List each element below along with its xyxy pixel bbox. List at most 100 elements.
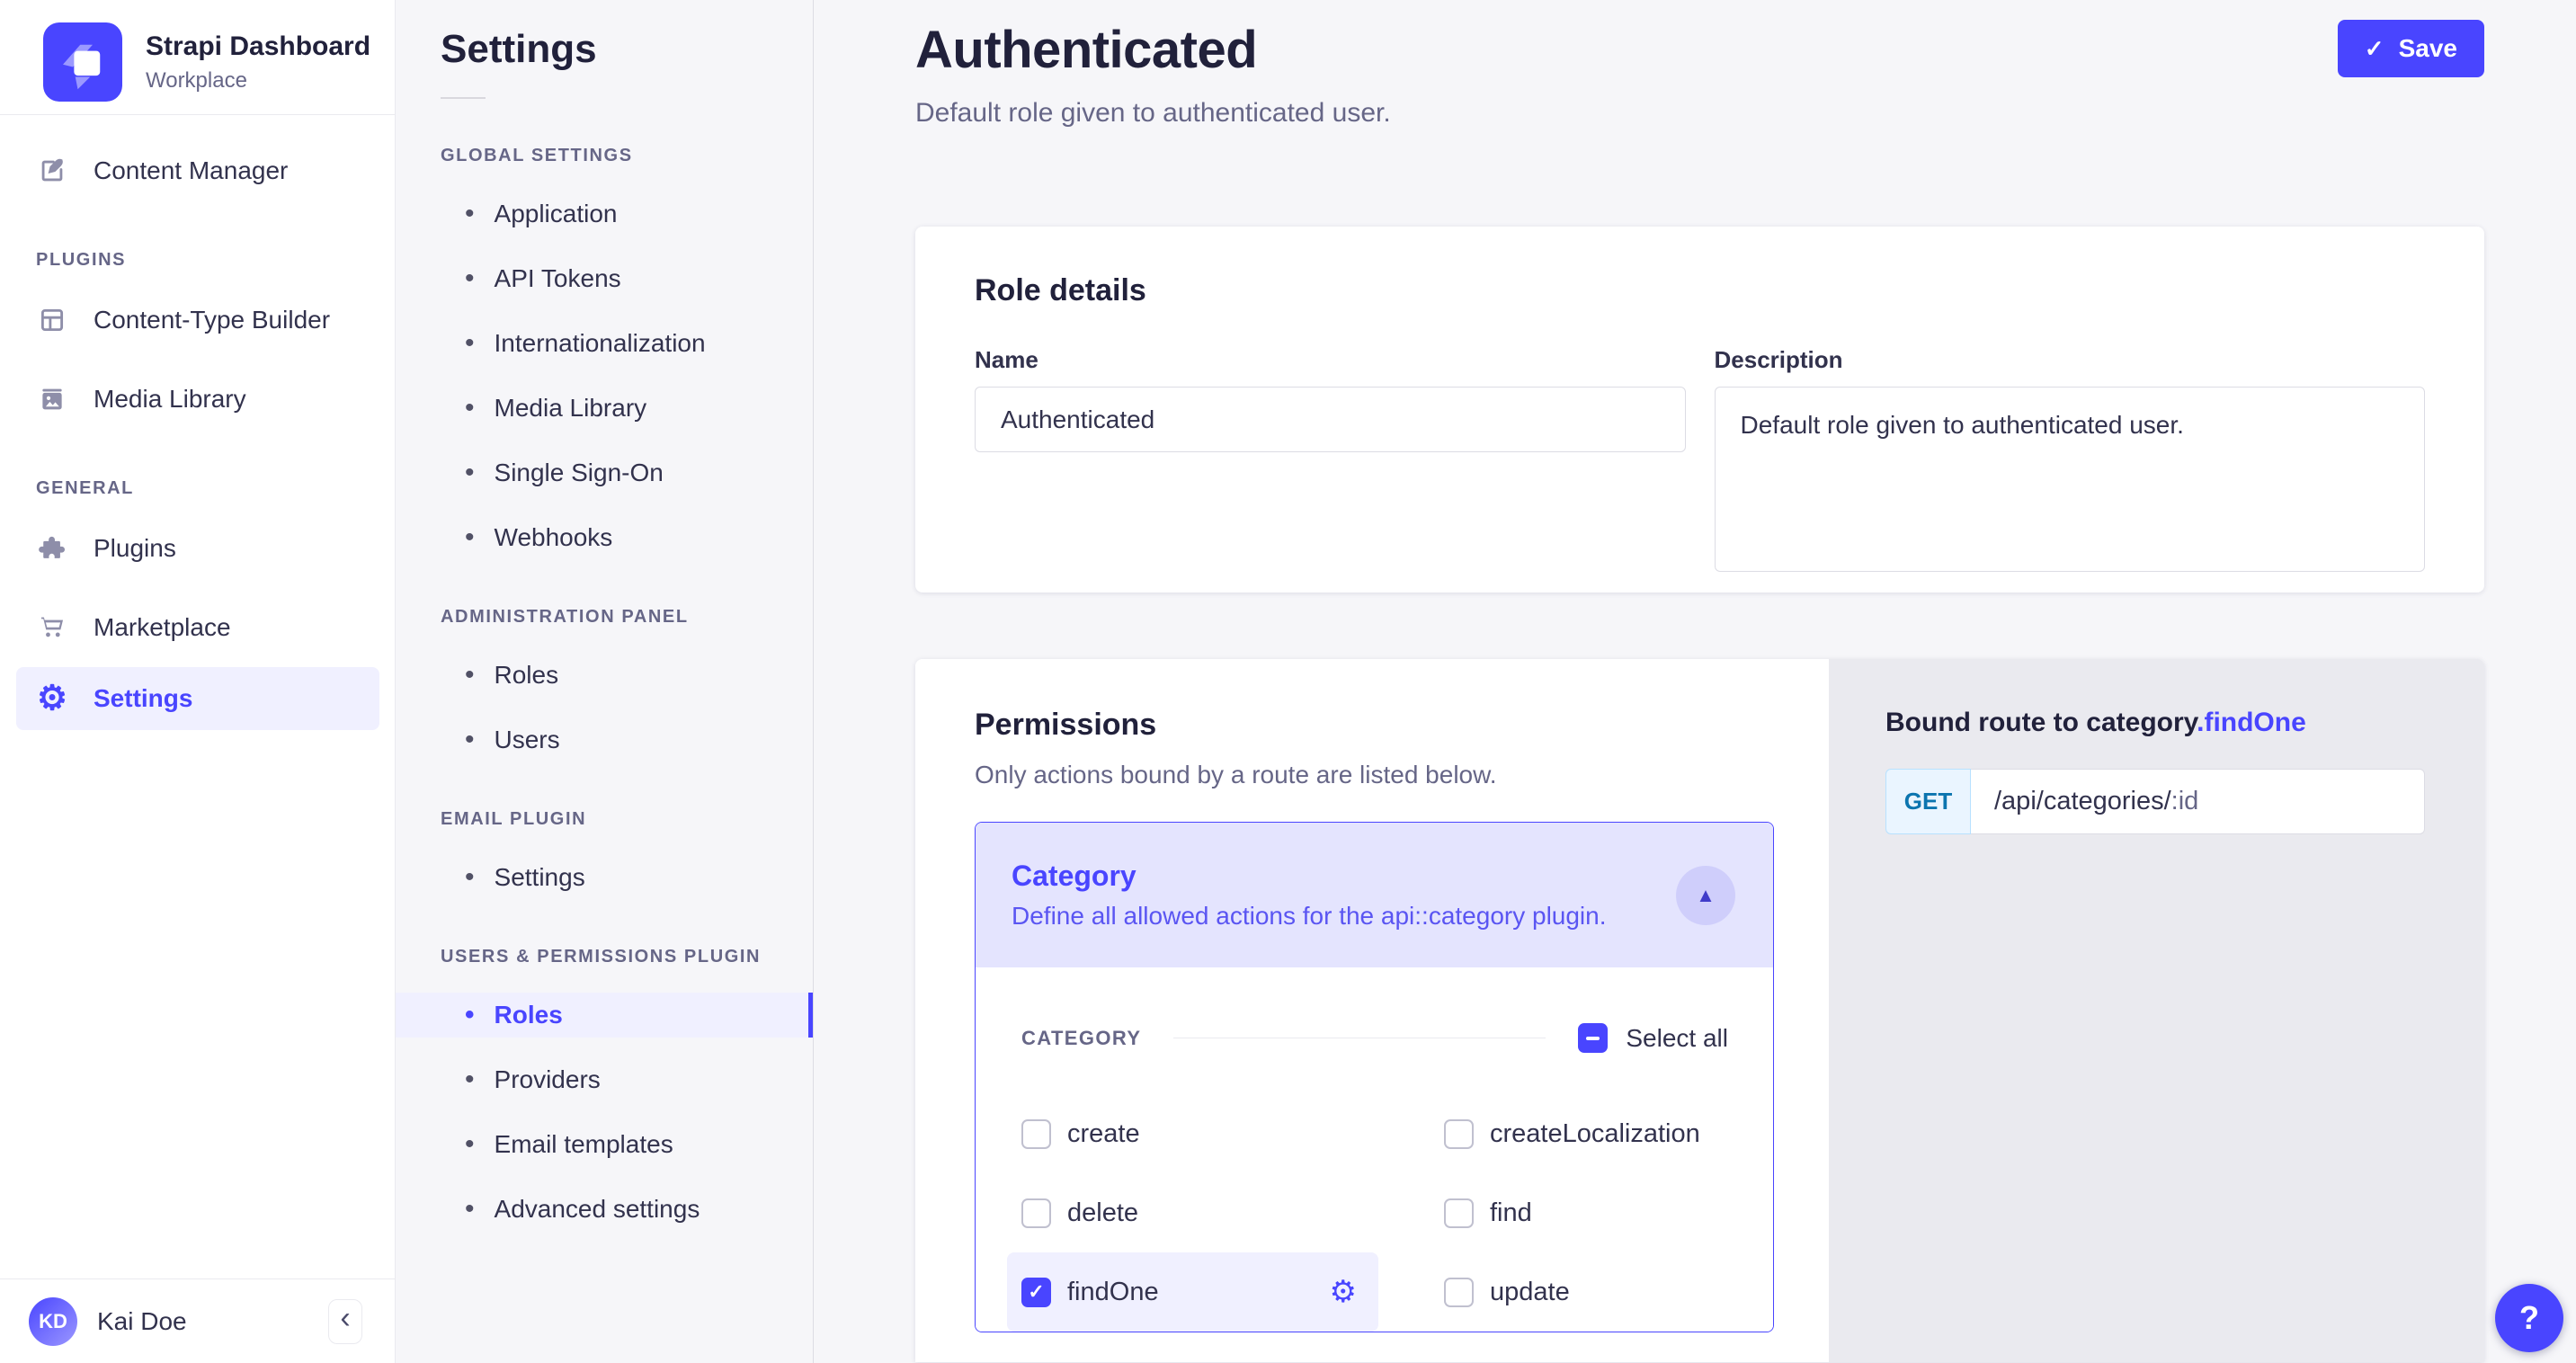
page-header-titles: Authenticated Default role given to auth… <box>915 20 1391 129</box>
bound-route-action: .findOne <box>2197 708 2306 737</box>
select-all-label: Select all <box>1626 1024 1728 1053</box>
main-content: Authenticated Default role given to auth… <box>814 0 2576 1363</box>
find-checkbox[interactable] <box>1444 1198 1474 1228</box>
permission-update[interactable]: update <box>1444 1252 1728 1332</box>
avatar[interactable]: KD <box>29 1297 77 1346</box>
bound-route-prefix: Bound route to category <box>1885 708 2197 737</box>
user-name[interactable]: Kai Doe <box>97 1307 308 1336</box>
permission-findOne[interactable]: ✓ findOne ⚙ <box>1007 1252 1378 1332</box>
collapse-sidebar-button[interactable]: ‹ <box>328 1299 362 1344</box>
page-subtitle: Default role given to authenticated user… <box>915 98 1391 129</box>
route-path: /api/categories/:id <box>1971 769 2425 834</box>
question-mark-icon: ? <box>2519 1299 2539 1336</box>
update-checkbox[interactable] <box>1444 1278 1474 1307</box>
permission-label: find <box>1490 1198 1532 1228</box>
subnav-item-single-sign-on[interactable]: Single Sign-On <box>396 450 813 495</box>
subnav-item-application[interactable]: Application <box>396 192 813 236</box>
route-bar: GET /api/categories/:id <box>1885 769 2425 834</box>
chevron-left-icon: ‹ <box>340 1301 350 1336</box>
role-details-heading: Role details <box>975 273 2425 308</box>
sidebar-item-content-manager[interactable]: Content Manager <box>0 131 395 210</box>
content-type-builder-icon <box>36 304 68 336</box>
permission-label: create <box>1067 1119 1140 1149</box>
permission-find[interactable]: find <box>1444 1173 1728 1252</box>
permissions-section: Permissions Only actions bound by a rout… <box>915 659 2484 1362</box>
create-checkbox[interactable] <box>1021 1119 1051 1149</box>
select-all-checkbox[interactable] <box>1578 1023 1608 1053</box>
subnav-title: Settings <box>396 27 813 72</box>
route-path-param: :id <box>2171 787 2199 816</box>
plugins-icon <box>36 532 68 565</box>
category-accordion-subtitle: Define all allowed actions for the api::… <box>1012 902 1607 931</box>
delete-checkbox[interactable] <box>1021 1198 1051 1228</box>
permission-createLocalization[interactable]: createLocalization <box>1444 1094 1728 1173</box>
sidebar-item-settings[interactable]: ⚙ Settings <box>16 667 379 730</box>
select-all-control[interactable]: Select all <box>1578 1023 1728 1053</box>
sidebar-item-marketplace[interactable]: Marketplace <box>0 588 395 667</box>
category-accordion-header[interactable]: Category Define all allowed actions for … <box>976 823 1773 967</box>
sidebar-section-plugins: PLUGINS <box>0 250 395 271</box>
route-method-badge: GET <box>1885 769 1971 834</box>
subnav-item-webhooks[interactable]: Webhooks <box>396 515 813 560</box>
permission-create[interactable]: create <box>1021 1094 1444 1173</box>
sidebar-footer: KD Kai Doe ‹ <box>0 1278 395 1363</box>
check-icon: ✓ <box>1028 1282 1044 1302</box>
help-button[interactable]: ? <box>2495 1284 2563 1352</box>
strapi-logo-icon <box>43 22 122 102</box>
page-header: Authenticated Default role given to auth… <box>915 0 2484 135</box>
brand-subtitle: Workplace <box>146 68 370 94</box>
subnav-group-administration-panel: ADMINISTRATION PANEL <box>396 607 813 628</box>
save-button[interactable]: ✓ Save <box>2338 20 2484 77</box>
category-group-row: CATEGORY Select all <box>1021 1023 1728 1053</box>
subnav-group-email-plugin: EMAIL PLUGIN <box>396 809 813 830</box>
sidebar-item-content-type-builder[interactable]: Content-Type Builder <box>0 281 395 360</box>
name-field-group: Name <box>975 346 1686 576</box>
permission-label: findOne <box>1067 1278 1159 1307</box>
description-field-group: Description Default role given to authen… <box>1715 346 2426 576</box>
subnav-item-email-templates[interactable]: Email templates <box>396 1122 813 1167</box>
bound-route-panel: Bound route to category.findOne GET /api… <box>1829 659 2484 1362</box>
sidebar-item-label: Content Manager <box>94 156 288 185</box>
subnav-item-internationalization[interactable]: Internationalization <box>396 321 813 366</box>
sidebar-item-label: Settings <box>94 684 192 713</box>
settings-subnav: Settings GLOBAL SETTINGS Application API… <box>396 0 814 1363</box>
description-textarea[interactable]: Default role given to authenticated user… <box>1715 387 2426 572</box>
category-accordion-titles: Category Define all allowed actions for … <box>1012 860 1607 931</box>
permissions-grid: create createLocalization delete <box>1021 1094 1728 1332</box>
name-input[interactable] <box>975 387 1686 452</box>
createLocalization-checkbox[interactable] <box>1444 1119 1474 1149</box>
permission-label: delete <box>1067 1198 1138 1228</box>
findOne-settings-gear-icon[interactable]: ⚙ <box>1330 1277 1357 1307</box>
permission-delete[interactable]: delete <box>1021 1173 1444 1252</box>
subnav-item-media-library[interactable]: Media Library <box>396 386 813 431</box>
collapse-accordion-button[interactable]: ▲ <box>1676 866 1735 925</box>
category-accordion: Category Define all allowed actions for … <box>975 822 1774 1332</box>
media-library-icon <box>36 383 68 415</box>
category-accordion-title: Category <box>1012 860 1607 893</box>
subnav-item-advanced-settings[interactable]: Advanced settings <box>396 1187 813 1232</box>
permission-label: update <box>1490 1278 1570 1307</box>
brand[interactable]: Strapi Dashboard Workplace <box>0 0 395 102</box>
sidebar-item-plugins[interactable]: Plugins <box>0 509 395 588</box>
subnav-item-api-tokens[interactable]: API Tokens <box>396 256 813 301</box>
permissions-subtitle: Only actions bound by a route are listed… <box>975 761 1769 789</box>
sidebar-item-label: Content-Type Builder <box>94 306 330 334</box>
sidebar-item-label: Plugins <box>94 534 176 563</box>
bound-route-title: Bound route to category.findOne <box>1885 708 2484 738</box>
findOne-checkbox[interactable]: ✓ <box>1021 1278 1051 1307</box>
strapi-dashboard: Strapi Dashboard Workplace Content Manag… <box>0 0 2576 1363</box>
subnav-item-providers[interactable]: Providers <box>396 1057 813 1102</box>
subnav-item-admin-roles[interactable]: Roles <box>396 653 813 698</box>
brand-text: Strapi Dashboard Workplace <box>146 31 370 94</box>
subnav-item-admin-users[interactable]: Users <box>396 717 813 762</box>
sidebar-section-general: GENERAL <box>0 478 395 499</box>
sidebar-item-media-library[interactable]: Media Library <box>0 360 395 439</box>
subnav-item-up-roles[interactable]: Roles <box>396 993 813 1038</box>
role-details-fields: Name Description Default role given to a… <box>975 346 2425 576</box>
permission-label: createLocalization <box>1490 1119 1700 1149</box>
category-accordion-body: CATEGORY Select all <box>976 967 1773 1332</box>
chevron-up-icon: ▲ <box>1696 884 1716 907</box>
subnav-item-email-settings[interactable]: Settings <box>396 855 813 900</box>
name-label: Name <box>975 346 1686 374</box>
subnav-group-users-permissions-plugin: USERS & PERMISSIONS PLUGIN <box>396 947 813 967</box>
